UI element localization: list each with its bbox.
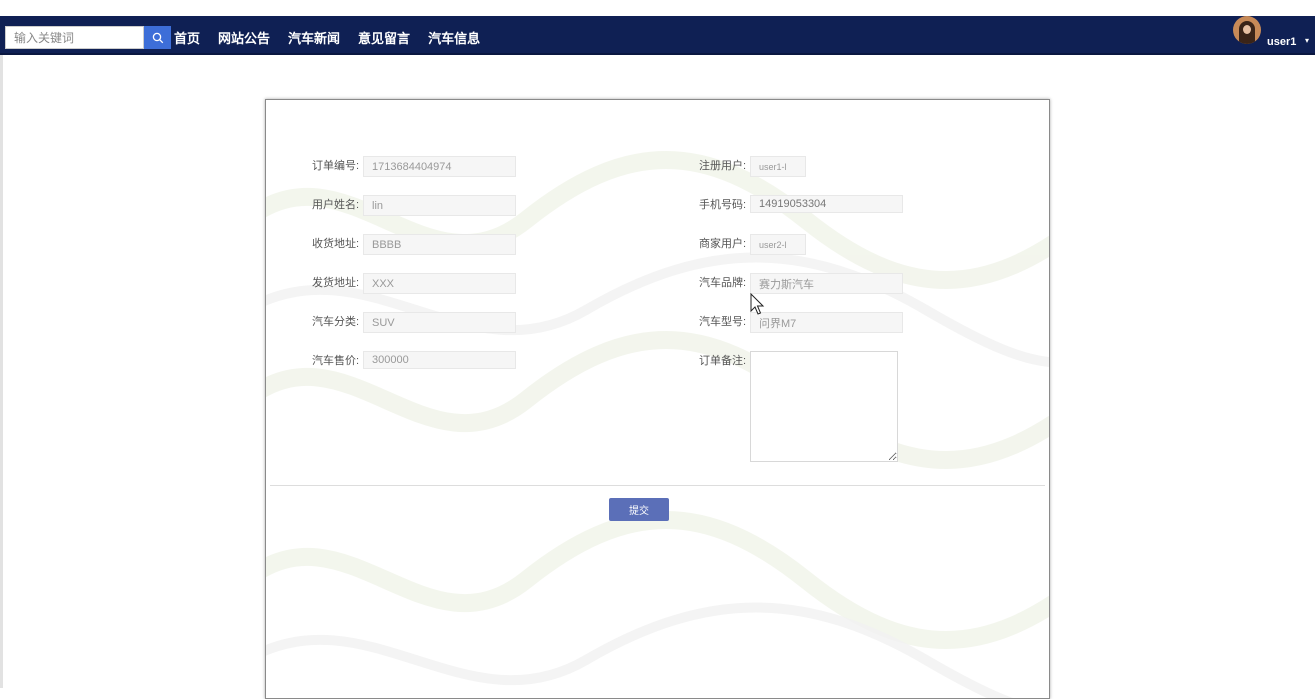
nav-car-info[interactable]: 汽车信息 xyxy=(428,28,480,47)
label-merchant-user: 商家用户: xyxy=(699,238,747,250)
order-remark-textarea[interactable] xyxy=(750,351,898,462)
decorative-wave-background xyxy=(266,151,1049,698)
label-order-number: 订单编号: xyxy=(312,160,360,172)
sender-address-field[interactable] xyxy=(363,273,516,294)
shipping-address-field[interactable] xyxy=(363,234,516,255)
label-car-category: 汽车分类: xyxy=(312,316,360,328)
submit-button[interactable]: 提交 xyxy=(609,498,669,521)
search-input[interactable] xyxy=(5,26,144,49)
top-navbar: 首页 网站公告 汽车新闻 意见留言 汽车信息 user1 ▾ xyxy=(0,16,1315,55)
label-phone-number: 手机号码: xyxy=(699,199,747,211)
label-user-name: 用户姓名: xyxy=(312,199,360,211)
car-price-field[interactable] xyxy=(363,351,516,369)
nav-feedback[interactable]: 意见留言 xyxy=(358,28,410,47)
registered-user-field[interactable] xyxy=(750,156,806,177)
mouse-cursor-icon xyxy=(750,293,765,315)
phone-number-field[interactable] xyxy=(750,195,903,213)
nav-car-news[interactable]: 汽车新闻 xyxy=(288,28,340,47)
label-car-price: 汽车售价: xyxy=(312,355,360,367)
nav-home[interactable]: 首页 xyxy=(174,28,200,47)
username[interactable]: user1 xyxy=(1267,36,1296,48)
avatar[interactable] xyxy=(1233,16,1261,44)
order-number-field[interactable] xyxy=(363,156,516,177)
nav-announcements[interactable]: 网站公告 xyxy=(218,28,270,47)
user-name-field[interactable] xyxy=(363,195,516,216)
merchant-user-field[interactable] xyxy=(750,234,806,255)
car-brand-field[interactable] xyxy=(750,273,903,294)
car-model-field[interactable] xyxy=(750,312,903,333)
label-shipping-address: 收货地址: xyxy=(312,238,360,250)
search-icon xyxy=(152,32,163,43)
search-button[interactable] xyxy=(144,26,171,49)
car-category-field[interactable] xyxy=(363,312,516,333)
left-edge-strip xyxy=(0,55,3,688)
window-top-strip xyxy=(0,0,1315,16)
label-registered-user: 注册用户: xyxy=(699,160,747,172)
label-car-brand: 汽车品牌: xyxy=(699,277,747,289)
chevron-down-icon[interactable]: ▾ xyxy=(1305,36,1309,45)
order-form-panel: 订单编号: 用户姓名: 收货地址: 发货地址: 汽车分类: 汽车售价: 注册用户… xyxy=(265,99,1050,699)
search-box xyxy=(5,26,171,49)
main-nav: 首页 网站公告 汽车新闻 意见留言 汽车信息 xyxy=(174,28,498,47)
label-sender-address: 发货地址: xyxy=(312,277,360,289)
label-order-remark: 订单备注: xyxy=(699,355,747,367)
form-divider xyxy=(270,485,1045,486)
label-car-model: 汽车型号: xyxy=(699,316,747,328)
